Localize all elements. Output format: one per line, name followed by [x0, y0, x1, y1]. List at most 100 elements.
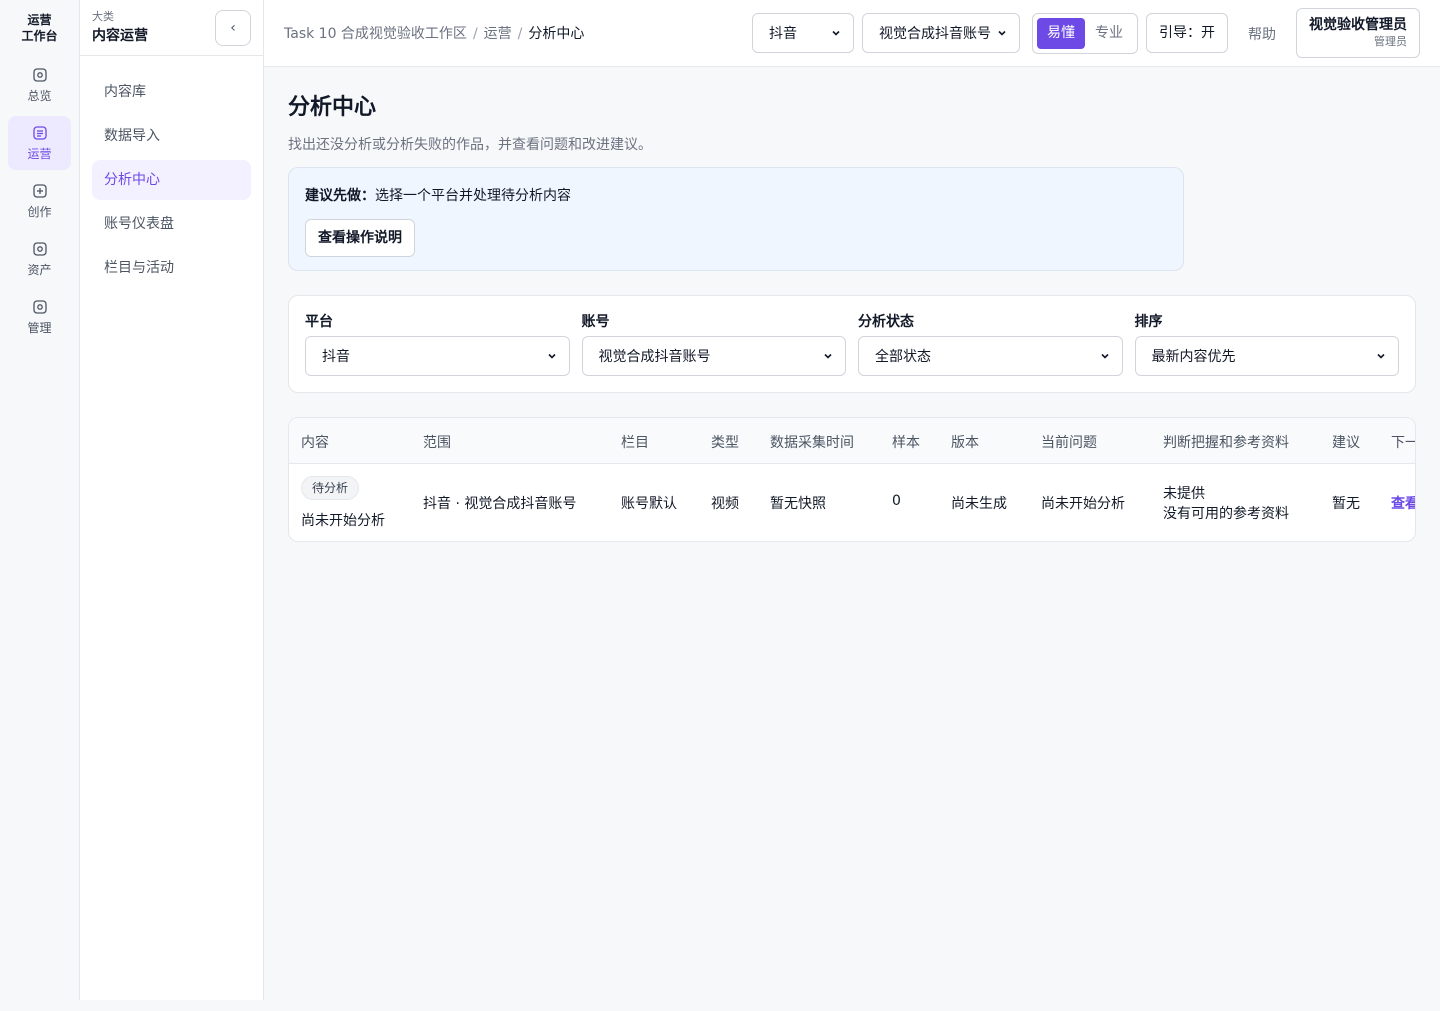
user-name: 视觉验收管理员 [1309, 17, 1407, 33]
mode-pro-button[interactable]: 专业 [1085, 18, 1133, 49]
select-value: 视觉合成抖音账号 [598, 349, 711, 365]
breadcrumb-separator: / [517, 26, 523, 42]
sidebar-item-data-import[interactable]: 数据导入 [92, 116, 251, 156]
scope-cell: 抖音 · 视觉合成抖音账号 [423, 496, 577, 512]
main-content: 分析中心 找出还没分析或分析失败的作品，并查看问题和改进建议。 建议先做：选择一… [264, 67, 1440, 1000]
status-filter-select[interactable]: 全部状态 [858, 336, 1123, 376]
column-header-samples: 样本 [892, 435, 920, 451]
collapse-sidebar-button[interactable]: ‹ [215, 10, 251, 46]
platform-filter-select[interactable]: 抖音 [305, 336, 570, 376]
chevron-left-icon: ‹ [230, 20, 236, 36]
page-title: 分析中心 [288, 95, 377, 120]
workspace-title-line2: 工作台 [21, 29, 58, 43]
sidebar-nav: 内容库 数据导入 分析中心 账号仪表盘 栏目与活动 [80, 56, 263, 308]
rail-item-label: 资产 [27, 262, 52, 277]
column-header-next: 下一 [1391, 435, 1415, 451]
sidebar-header: 大类 内容运营 ‹ [80, 0, 263, 56]
view-detail-link[interactable]: 查看 [1391, 493, 1415, 513]
view-instructions-button[interactable]: 查看操作说明 [305, 219, 415, 257]
chevron-down-icon [1377, 353, 1385, 359]
select-value: 抖音 [769, 26, 797, 42]
chevron-down-icon [1100, 353, 1109, 359]
sidebar-item-columns-activities[interactable]: 栏目与活动 [92, 248, 251, 288]
column-header-type: 类型 [711, 435, 739, 451]
rail-item-create[interactable]: 创作 [8, 174, 71, 228]
select-value: 抖音 [322, 349, 350, 365]
rail-item-assets[interactable]: 资产 [8, 232, 71, 286]
rail-item-operations[interactable]: 运营 [8, 116, 71, 170]
type-cell: 视频 [711, 496, 739, 512]
chevron-down-icon [998, 30, 1006, 36]
user-menu-button[interactable]: 视觉验收管理员 管理员 [1296, 8, 1420, 58]
top-account-select[interactable]: 视觉合成抖音账号 [862, 13, 1020, 53]
top-bar: Task 10 合成视觉验收工作区 / 运营 / 分析中心 抖音 视觉合成抖音账号 易懂… [264, 0, 1440, 67]
sidebar-item-account-dashboard[interactable]: 账号仪表盘 [92, 204, 251, 244]
samples-cell: 0 [892, 493, 901, 509]
filter-account: 账号 视觉合成抖音账号 [581, 312, 846, 376]
sidebar-item-analysis-center[interactable]: 分析中心 [92, 160, 251, 200]
document-icon [32, 125, 47, 140]
page-description: 找出还没分析或分析失败的作品，并查看问题和改进建议。 [288, 137, 652, 153]
account-filter-select[interactable]: 视觉合成抖音账号 [581, 336, 846, 376]
confidence-cell-line1: 未提供 [1163, 486, 1205, 502]
sort-select[interactable]: 最新内容优先 [1134, 336, 1399, 376]
mode-easy-button[interactable]: 易懂 [1037, 18, 1085, 49]
column-header-scope: 范围 [423, 435, 451, 451]
top-platform-select[interactable]: 抖音 [752, 13, 854, 53]
breadcrumb: Task 10 合成视觉验收工作区 / 运营 / 分析中心 [284, 23, 584, 43]
breadcrumb-current: 分析中心 [528, 26, 585, 42]
confidence-cell-line2: 没有可用的参考资料 [1163, 506, 1289, 522]
column-header-content: 内容 [301, 435, 329, 451]
sidebar-item-content-library[interactable]: 内容库 [92, 72, 251, 112]
select-value: 最新内容优先 [1151, 349, 1236, 365]
rail-item-label: 运营 [27, 146, 52, 161]
column-header-column: 栏目 [621, 435, 649, 451]
select-value: 视觉合成抖音账号 [879, 26, 991, 42]
rail-item-label: 创作 [27, 204, 52, 219]
mode-toggle: 易懂 专业 [1032, 13, 1138, 54]
help-link[interactable]: 帮助 [1248, 24, 1276, 44]
analysis-table: 内容 范围 栏目 类型 数据采集时间 样本 版本 当前问题 判断把握和参考资料 … [288, 417, 1416, 542]
select-value: 全部状态 [875, 349, 931, 365]
column-header-version: 版本 [951, 435, 979, 451]
column-header-advice: 建议 [1332, 435, 1360, 451]
rail-item-label: 总览 [27, 88, 52, 103]
rail-item-overview[interactable]: 总览 [8, 58, 71, 112]
user-role: 管理员 [1374, 35, 1407, 48]
chevron-down-icon [547, 353, 556, 359]
plus-square-icon [32, 183, 47, 198]
breadcrumb-workspace[interactable]: Task 10 合成视觉验收工作区 [284, 26, 467, 42]
suggestion-body: 选择一个平台并处理待分析内容 [375, 188, 571, 204]
filter-label: 分析状态 [858, 314, 914, 330]
issue-cell: 尚未开始分析 [1041, 496, 1125, 512]
filter-status: 分析状态 全部状态 [858, 312, 1123, 376]
collected-time-cell: 暂无快照 [770, 496, 826, 512]
filter-panel: 平台 抖音 账号 视觉合成抖音账号 分析状态 全部状态 排序 最新内容优先 [288, 295, 1416, 393]
filter-label: 平台 [305, 314, 333, 330]
version-cell: 尚未生成 [951, 496, 1007, 512]
primary-rail: 运营 工作台 总览 运营 创作 资产 管理 [0, 0, 80, 1000]
guide-toggle-button[interactable]: 引导：开 [1146, 13, 1228, 53]
filter-platform: 平台 抖音 [305, 312, 570, 376]
workspace-title-line1: 运营 [27, 13, 52, 27]
filter-label: 账号 [581, 314, 610, 330]
filter-label: 排序 [1134, 314, 1163, 330]
rail-item-admin[interactable]: 管理 [8, 290, 71, 344]
suggestion-text: 建议先做：选择一个平台并处理待分析内容 [305, 185, 1167, 205]
content-cell: 尚未开始分析 [301, 513, 385, 529]
status-badge: 待分析 [301, 476, 360, 500]
chevron-down-icon [824, 353, 832, 359]
breadcrumb-operations[interactable]: 运营 [484, 26, 512, 42]
advice-cell: 暂无 [1332, 496, 1360, 512]
column-header-current-issue: 当前问题 [1041, 435, 1097, 451]
column-header-confidence: 判断把握和参考资料 [1163, 435, 1289, 451]
table-row: 待分析 尚未开始分析 抖音 · 视觉合成抖音账号 账号默认 视频 暂无快照 0 … [289, 464, 1415, 541]
suggestion-panel: 建议先做：选择一个平台并处理待分析内容 查看操作说明 [288, 167, 1184, 271]
workspace-title: 运营 工作台 [0, 0, 79, 44]
column-cell: 账号默认 [621, 496, 677, 512]
suggestion-label: 建议先做： [305, 188, 375, 204]
breadcrumb-separator: / [472, 26, 478, 42]
column-header-collected-time: 数据采集时间 [770, 435, 854, 451]
rail-item-label: 管理 [27, 320, 52, 335]
table-header: 内容 范围 栏目 类型 数据采集时间 样本 版本 当前问题 判断把握和参考资料 … [289, 418, 1415, 464]
